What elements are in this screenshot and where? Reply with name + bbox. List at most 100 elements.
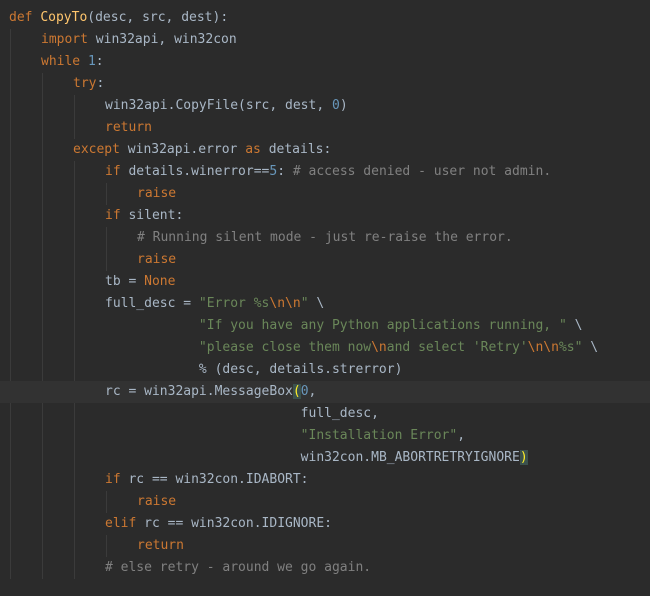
code-token: CopyTo [40, 10, 88, 25]
code-token: rc = win32api. [105, 384, 215, 399]
code-line-text: # else retry - around we go again. [105, 557, 371, 579]
code-token: while [41, 54, 88, 69]
code-line[interactable]: if rc == win32con.IDABORT: [0, 469, 650, 491]
continuation-indent [105, 428, 301, 443]
code-line[interactable]: tb = None [0, 271, 650, 293]
code-line[interactable]: if details.winerror==5: # access denied … [0, 161, 650, 183]
code-token: % (desc, details.strerror) [198, 362, 403, 377]
code-line[interactable]: def CopyTo(desc, src, dest): [0, 7, 650, 29]
code-line[interactable]: "please close them now\nand select 'Retr… [0, 337, 650, 359]
code-token: # access denied - user not admin. [292, 164, 552, 179]
code-token: if [105, 208, 129, 223]
code-line-text: except win32api.error as details: [73, 139, 331, 161]
code-line-text: % (desc, details.strerror) [105, 359, 403, 381]
code-token: 1 [87, 54, 96, 69]
code-line-text: def CopyTo(desc, src, dest): [9, 7, 228, 29]
code-token: full_desc, [300, 406, 379, 421]
code-token: None [144, 274, 176, 289]
code-line[interactable]: "If you have any Python applications run… [0, 315, 650, 337]
code-token: return [105, 120, 152, 135]
continuation-indent [105, 406, 301, 421]
code-line-text: raise [137, 183, 176, 205]
code-token: \n\n [527, 340, 559, 355]
code-token: " [300, 296, 317, 311]
code-line-text: return [105, 117, 152, 139]
code-token: win32api.error [127, 142, 246, 157]
code-line[interactable]: import win32api, win32con [0, 29, 650, 51]
code-token: return [137, 538, 184, 553]
code-token: "If you have any Python applications run… [198, 318, 575, 333]
code-line[interactable]: return [0, 535, 650, 557]
continuation-indent [105, 450, 301, 465]
code-line-text: # Running silent mode - just re-raise th… [137, 227, 513, 249]
code-line[interactable]: win32api.CopyFile(src, dest, 0) [0, 95, 650, 117]
code-token: ) [519, 450, 528, 465]
code-token: raise [137, 186, 177, 201]
code-token: def [9, 10, 41, 25]
code-line-text: while 1: [41, 51, 104, 73]
code-token: win32con.MB_ABORTRETRYIGNORE [300, 450, 520, 465]
code-line[interactable]: "Installation Error", [0, 425, 650, 447]
code-line-text: tb = None [105, 271, 175, 293]
code-token: : [96, 76, 105, 91]
continuation-indent [105, 340, 199, 355]
code-token: and select 'Retry' [386, 340, 528, 355]
code-token: win32api.CopyFile(src, dest, [105, 98, 332, 113]
code-token: , [308, 384, 317, 399]
code-line-text: if details.winerror==5: # access denied … [105, 161, 551, 183]
code-token: \n [371, 340, 387, 355]
code-token: (desc, src, dest): [87, 10, 229, 25]
code-line[interactable]: raise [0, 183, 650, 205]
code-line[interactable]: while 1: [0, 51, 650, 73]
code-token: 0 [331, 98, 340, 113]
code-token: , [457, 428, 466, 443]
code-token: try [73, 76, 97, 91]
code-token: raise [137, 252, 177, 267]
code-token: full_desc = [105, 296, 199, 311]
code-line[interactable]: win32con.MB_ABORTRETRYIGNORE) [0, 447, 650, 469]
code-line-text: "Installation Error", [105, 425, 465, 447]
continuation-indent [105, 362, 199, 377]
code-token: ( [292, 384, 301, 399]
code-token: raise [137, 494, 177, 509]
code-line-text: try: [73, 73, 104, 95]
code-token: "Installation Error" [300, 428, 458, 443]
code-token: elif [105, 516, 145, 531]
code-line[interactable]: elif rc == win32con.IDIGNORE: [0, 513, 650, 535]
code-token: \ [316, 296, 325, 311]
code-line-text: win32con.MB_ABORTRETRYIGNORE) [105, 447, 528, 469]
code-token: rc == win32con.IDABORT: [128, 472, 309, 487]
code-line-text: full_desc = "Error %s\n\n" \ [105, 293, 324, 315]
code-line[interactable]: full_desc, [0, 403, 650, 425]
code-line-text: full_desc, [105, 403, 379, 425]
code-line[interactable]: # else retry - around we go again. [0, 557, 650, 579]
code-line[interactable]: full_desc = "Error %s\n\n" \ [0, 293, 650, 315]
continuation-indent [105, 318, 199, 333]
code-line-text: "please close them now\nand select 'Retr… [105, 337, 598, 359]
code-token: \n\n [269, 296, 301, 311]
code-token: except [73, 142, 128, 157]
code-line-text: return [137, 535, 184, 557]
code-line[interactable]: rc = win32api.MessageBox(0, [0, 381, 650, 403]
code-editor[interactable]: def CopyTo(desc, src, dest): import win32… [0, 0, 650, 596]
code-token: rc == win32con.IDIGNORE: [144, 516, 332, 531]
code-line[interactable]: % (desc, details.strerror) [0, 359, 650, 381]
code-line[interactable]: # Running silent mode - just re-raise th… [0, 227, 650, 249]
code-token: details.winerror== [128, 164, 270, 179]
code-token: tb = [105, 274, 145, 289]
code-token: %s" [558, 340, 591, 355]
code-line-text: if rc == win32con.IDABORT: [105, 469, 309, 491]
code-line[interactable]: raise [0, 249, 650, 271]
code-line-text: import win32api, win32con [41, 29, 237, 51]
code-line-text: if silent: [105, 205, 183, 227]
code-line[interactable]: return [0, 117, 650, 139]
code-line[interactable]: except win32api.error as details: [0, 139, 650, 161]
code-line[interactable]: raise [0, 491, 650, 513]
code-line-text: raise [137, 491, 176, 513]
code-token: "Error %s [198, 296, 270, 311]
code-token: 0 [300, 384, 309, 399]
code-line[interactable]: try: [0, 73, 650, 95]
code-token: silent: [128, 208, 184, 223]
code-token: if [105, 164, 129, 179]
code-line[interactable]: if silent: [0, 205, 650, 227]
